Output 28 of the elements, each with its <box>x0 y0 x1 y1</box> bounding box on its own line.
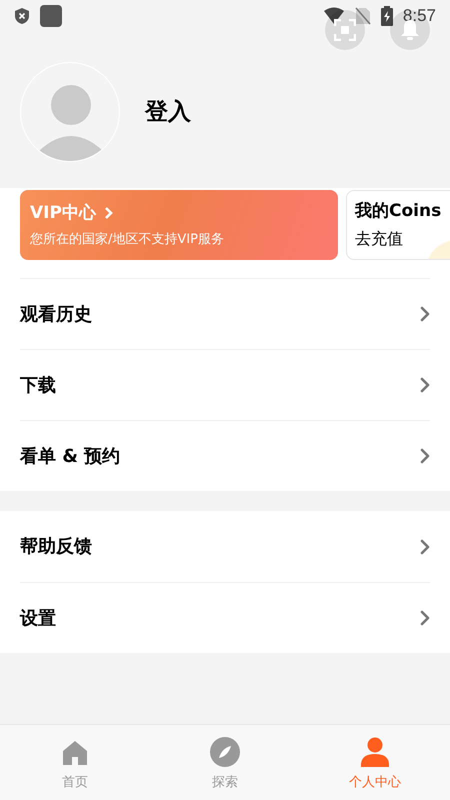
chevron-right-icon <box>420 377 430 393</box>
menu-item[interactable]: 看单 & 预约 <box>20 420 430 491</box>
vip-subtitle: 您所在的国家/地区不支持VIP服务 <box>30 231 225 249</box>
menu-item[interactable]: 下载 <box>20 349 430 420</box>
chevron-right-icon <box>420 610 430 626</box>
battery-charging-icon <box>380 6 393 26</box>
no-sim-icon <box>354 7 371 25</box>
vip-title: VIP中心 <box>30 202 96 224</box>
shield-icon <box>14 7 30 25</box>
wifi-icon <box>322 7 345 25</box>
recharge-link[interactable]: 去充值 <box>355 226 450 251</box>
login-link[interactable]: 登入 <box>145 94 191 130</box>
home-icon <box>61 739 89 767</box>
menu-item[interactable]: 帮助反馈 <box>20 511 430 582</box>
chevron-right-icon <box>420 448 430 464</box>
coins-card[interactable]: 我的Coins 去充值 <box>346 190 450 260</box>
chevron-right-icon <box>420 306 430 322</box>
compass-icon <box>210 737 240 767</box>
coins-title: 我的Coins <box>355 200 442 224</box>
person-icon <box>361 737 389 767</box>
chevron-right-icon <box>104 206 113 220</box>
status-time: 8:57 <box>402 5 436 28</box>
menu-item[interactable]: 设置 <box>20 582 430 653</box>
scan-button[interactable] <box>325 10 365 50</box>
scan-icon <box>334 19 356 41</box>
app-notification-icon <box>40 5 62 27</box>
chevron-right-icon <box>420 538 430 554</box>
menu-item[interactable]: 观看历史 <box>20 278 430 349</box>
